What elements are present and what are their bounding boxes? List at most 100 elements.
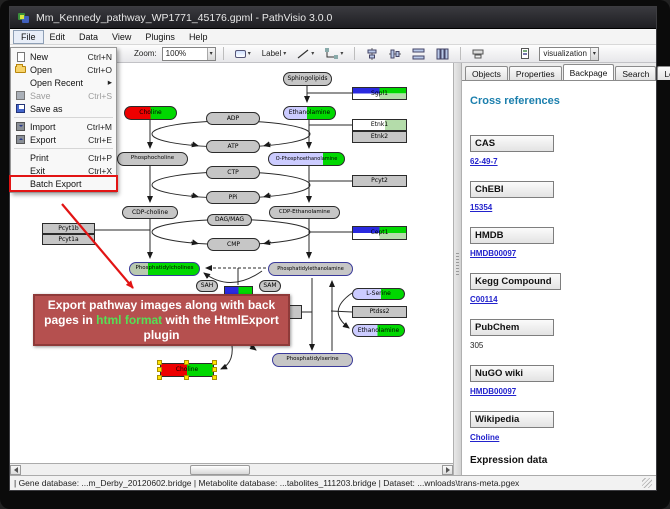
- pathway-node-etnk2[interactable]: Etnk2: [352, 131, 407, 143]
- canvas-horizontal-scrollbar[interactable]: [10, 463, 453, 475]
- zoom-combobox[interactable]: 100% ▾: [162, 47, 216, 61]
- tab-properties[interactable]: Properties: [509, 66, 562, 80]
- chevron-down-icon[interactable]: ▾: [207, 48, 215, 60]
- pathway-node-cdp-ethanolamine[interactable]: CDP-Ethanolamine: [269, 206, 340, 219]
- menu-help[interactable]: Help: [182, 31, 215, 43]
- connector-tool-button[interactable]: ▾: [321, 46, 347, 61]
- file-menu-item-export[interactable]: ExportCtrl+E: [11, 133, 116, 146]
- selection-handle[interactable]: [184, 375, 189, 380]
- scroll-left-icon[interactable]: [10, 465, 21, 475]
- crossref-link[interactable]: Choline: [470, 433, 646, 442]
- crossref-header: Wikipedia: [470, 411, 554, 428]
- selection-handle[interactable]: [212, 367, 217, 372]
- distribute-horizontal-button[interactable]: [408, 46, 429, 61]
- common-size-button[interactable]: [468, 46, 488, 61]
- crossref-section-wikipedia: Wikipedia Choline: [470, 409, 646, 442]
- crossref-section-pubchem: PubChem305: [470, 317, 646, 350]
- align-center-button[interactable]: [362, 46, 382, 61]
- align-center-icon: [366, 48, 378, 60]
- pathway-node-cdp-choline[interactable]: CDP-choline: [122, 206, 178, 219]
- file-menu-item-import[interactable]: ImportCtrl+M: [11, 120, 116, 133]
- selection-handle[interactable]: [184, 360, 189, 365]
- distribute-vertical-button[interactable]: [432, 46, 453, 61]
- resize-grip[interactable]: [642, 478, 652, 488]
- pathway-node-phosphocholine[interactable]: Phosphocholine: [117, 152, 188, 166]
- menu-file[interactable]: File: [14, 31, 43, 43]
- distribute-vertical-icon: [436, 48, 449, 60]
- pathway-node-choline-top[interactable]: Choline: [124, 106, 177, 120]
- pathway-node-pcyt2[interactable]: Pcyt2: [352, 175, 407, 187]
- node-label: Choline: [176, 367, 199, 373]
- tab-legend[interactable]: Legend: [657, 66, 670, 80]
- file-menu-item-exit[interactable]: ExitCtrl+X: [11, 164, 116, 177]
- pathway-node-o-phosphoethanolamine[interactable]: O-Phosphoethanolamine: [268, 152, 345, 166]
- pathway-node-l-serine[interactable]: L-Serine: [352, 288, 405, 300]
- pathway-node-adp[interactable]: ADP: [206, 112, 260, 125]
- pathway-node-cept1[interactable]: Cept1: [352, 226, 407, 240]
- menu-data[interactable]: Data: [72, 31, 105, 43]
- crossref-link[interactable]: 62-49-7: [470, 157, 646, 166]
- datanode-template-button[interactable]: ▾: [231, 46, 255, 61]
- pathway-node-atp[interactable]: ATP: [206, 140, 260, 153]
- crossref-link[interactable]: C00114: [470, 295, 646, 304]
- selection-handle[interactable]: [157, 360, 162, 365]
- crossref-link[interactable]: HMDB00097: [470, 249, 646, 258]
- node-label: Etnk1: [371, 122, 388, 128]
- pathway-node-sgpl1[interactable]: Sgpl1: [352, 87, 407, 100]
- file-menu-item-batch-export[interactable]: Batch Export: [11, 177, 116, 190]
- file-menu-item-open-recent[interactable]: Open Recent▸: [11, 76, 116, 89]
- pathway-node-ptdss2[interactable]: Ptdss2: [352, 306, 407, 318]
- menu-edit[interactable]: Edit: [43, 31, 73, 43]
- crossref-link[interactable]: HMDB00097: [470, 387, 646, 396]
- menu-view[interactable]: View: [105, 31, 138, 43]
- node-label: CTP: [227, 170, 238, 176]
- pathway-node-cmp[interactable]: CMP: [207, 238, 260, 251]
- chevron-down-icon[interactable]: ▾: [590, 48, 598, 60]
- pathway-node-ethanolamine-top[interactable]: Ethanolamine: [283, 106, 336, 120]
- pathway-node-etnk1[interactable]: Etnk1: [352, 119, 407, 131]
- pathway-node-sah[interactable]: SAH: [196, 280, 218, 292]
- visualization-combobox[interactable]: visualization ▾: [539, 47, 599, 61]
- pathway-node-sphingolipids[interactable]: Sphingolipids: [283, 72, 332, 86]
- pathway-node-phosphatidylserine[interactable]: Phosphatidylserine: [272, 353, 353, 367]
- selection-handle[interactable]: [212, 360, 217, 365]
- menu-item-label: Export: [30, 135, 84, 145]
- pathway-node-ppi[interactable]: PPi: [206, 191, 260, 204]
- visualization-icon-button[interactable]: [517, 46, 536, 61]
- pathway-node-ethanolamine-bottom[interactable]: Ethanolamine: [352, 324, 405, 337]
- crossref-link[interactable]: 15354: [470, 203, 646, 212]
- file-menu-item-print[interactable]: PrintCtrl+P: [11, 151, 116, 164]
- selection-handle[interactable]: [157, 375, 162, 380]
- tab-objects[interactable]: Objects: [465, 66, 508, 80]
- panel-splitter[interactable]: [454, 63, 462, 475]
- menu-plugins[interactable]: Plugins: [138, 31, 182, 43]
- pathway-node-pcyt1b[interactable]: Pcyt1b: [42, 223, 95, 234]
- tab-backpage[interactable]: Backpage: [563, 64, 615, 80]
- selection-handle[interactable]: [212, 375, 217, 380]
- pathway-node-sam[interactable]: SAM: [259, 280, 281, 292]
- tab-search[interactable]: Search: [615, 66, 656, 80]
- file-menu-item-save[interactable]: SaveCtrl+S: [11, 89, 116, 102]
- toolbar-separator: [223, 47, 224, 60]
- pathway-node-phosphatidylethanolamine[interactable]: Phosphatidylethanolamine: [268, 262, 353, 276]
- pathway-node-dag-mag[interactable]: DAG/MAG: [207, 214, 252, 226]
- pathway-node-pcyt1a[interactable]: Pcyt1a: [42, 234, 95, 245]
- pathway-node-choline-selected[interactable]: Choline: [160, 363, 214, 377]
- pathway-node-phosphatidylcholines[interactable]: Phosphatidylcholines: [129, 262, 200, 276]
- toolbar-separator: [354, 47, 355, 60]
- file-menu-item-save-as[interactable]: Save as: [11, 102, 116, 115]
- scroll-right-icon[interactable]: [442, 465, 453, 475]
- file-menu-item-open[interactable]: OpenCtrl+O: [11, 63, 116, 76]
- node-label: Sphingolipids: [287, 76, 327, 82]
- align-middle-button[interactable]: [385, 46, 405, 61]
- selection-handle[interactable]: [157, 367, 162, 372]
- line-tool-button[interactable]: ▾: [293, 46, 318, 61]
- node-label: Choline: [139, 110, 162, 116]
- menu-shortcut: Ctrl+P: [88, 153, 112, 163]
- label-template-button[interactable]: Label▾: [258, 46, 291, 61]
- file-menu-item-new[interactable]: NewCtrl+N: [11, 50, 116, 63]
- title-bar[interactable]: Mm_Kennedy_pathway_WP1771_45176.gpml - P…: [10, 7, 656, 29]
- scrollbar-thumb[interactable]: [190, 465, 250, 475]
- save-as-disk-icon: [14, 103, 27, 114]
- pathway-node-ctp[interactable]: CTP: [206, 166, 260, 179]
